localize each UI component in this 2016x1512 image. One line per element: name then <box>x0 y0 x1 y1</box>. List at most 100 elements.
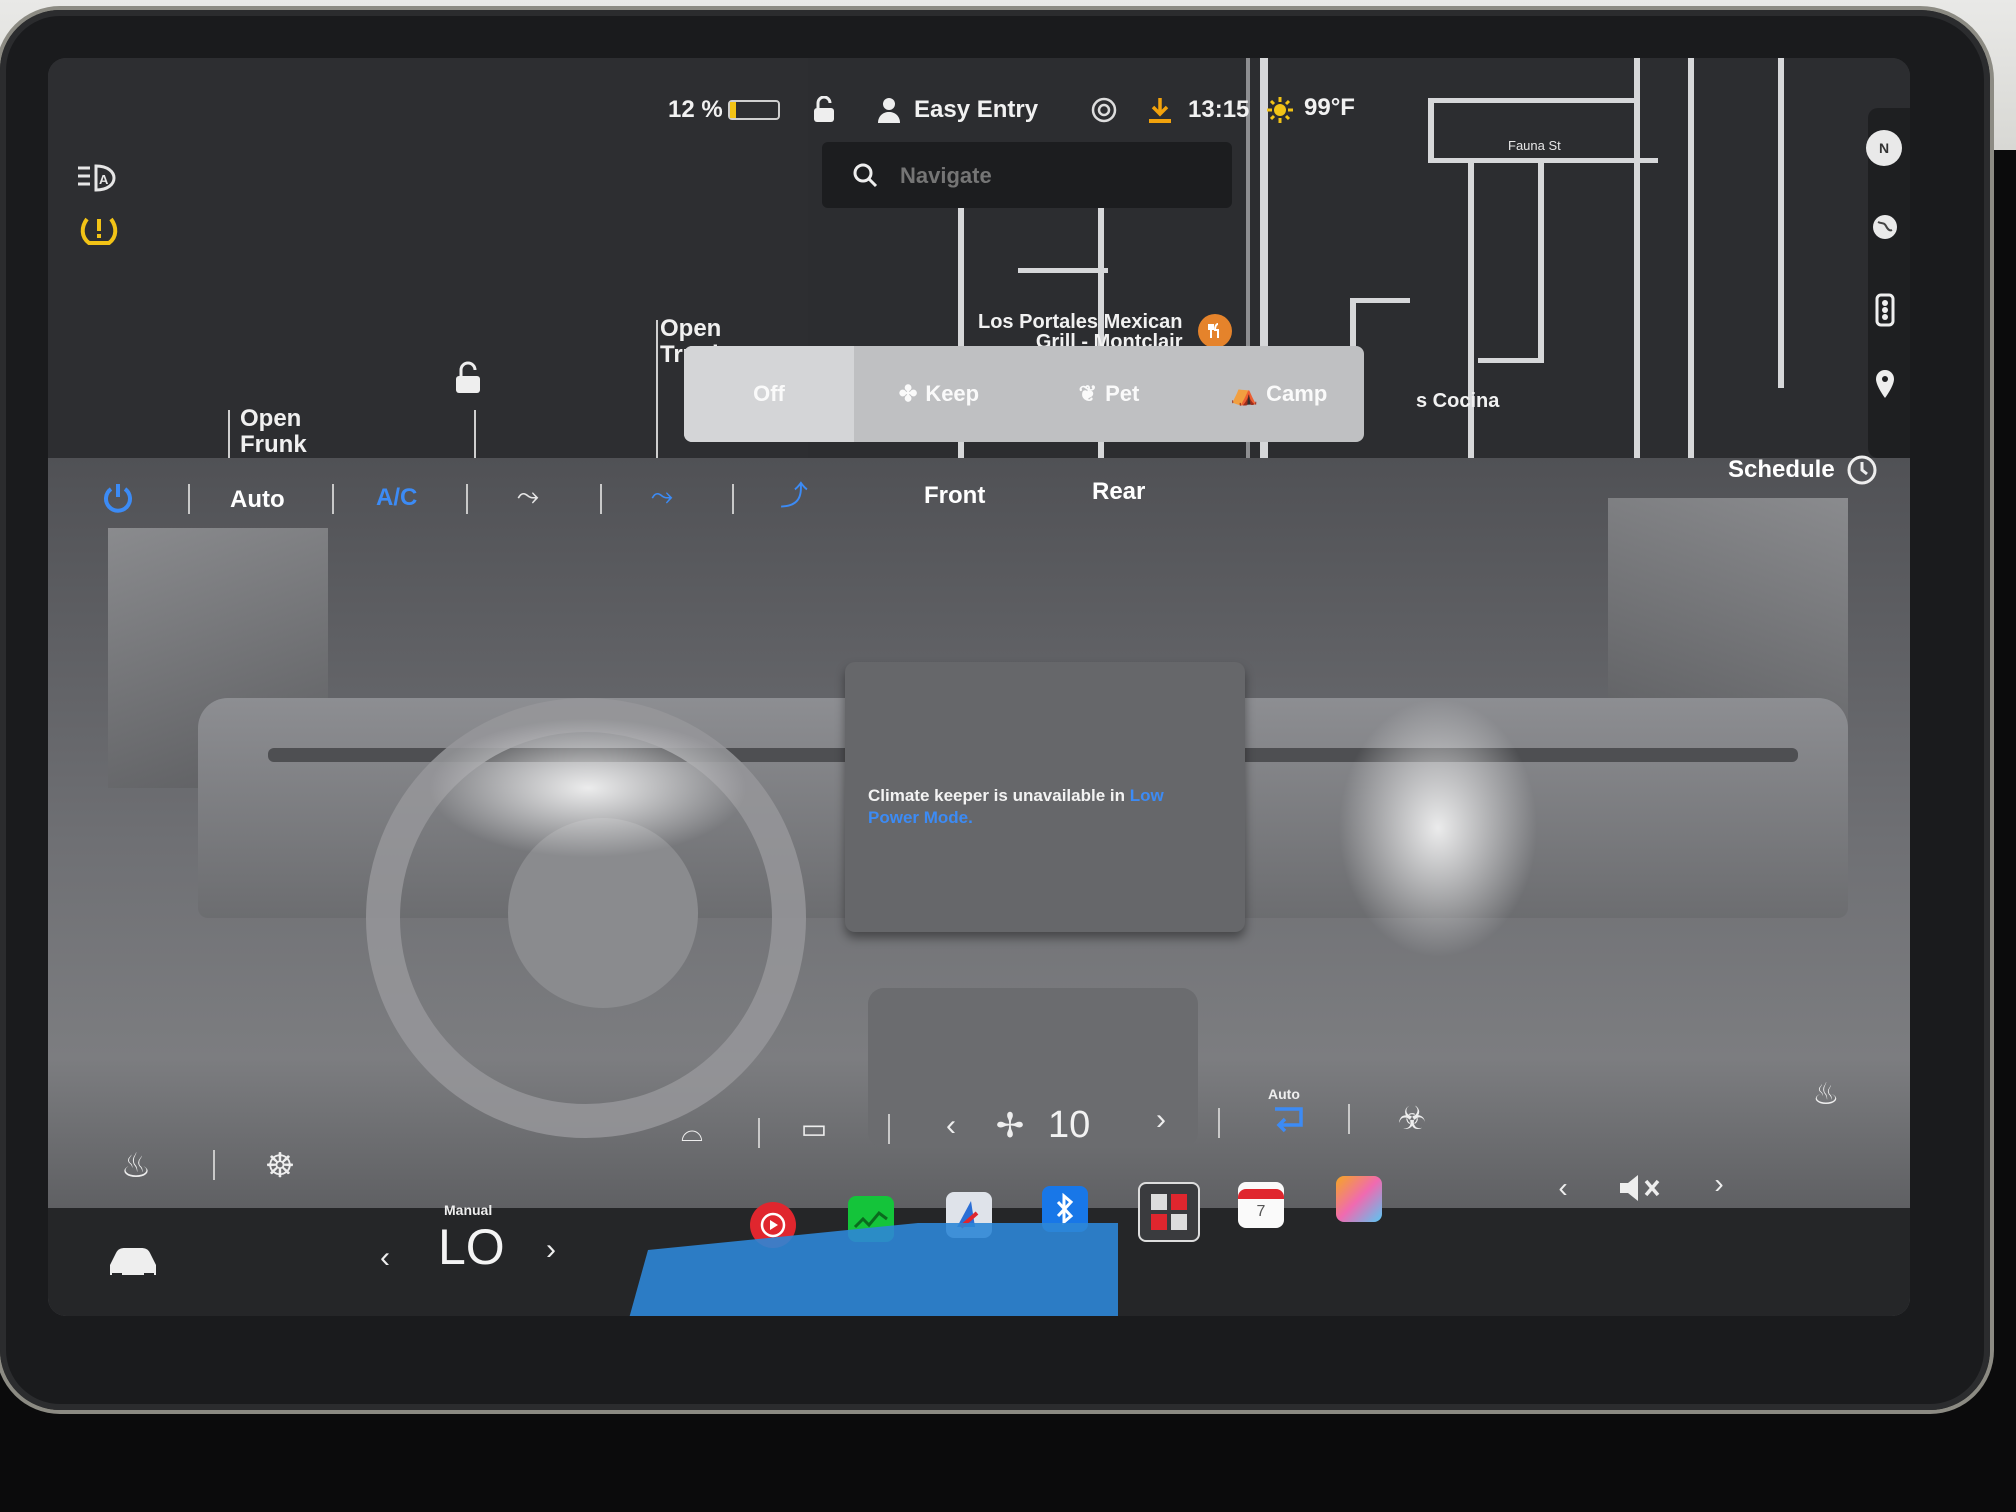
separator <box>758 1118 760 1148</box>
unlock-icon[interactable] <box>446 358 490 398</box>
photo-sticker-app-icon[interactable] <box>1336 1176 1382 1222</box>
profile-person-icon[interactable] <box>874 94 904 126</box>
climate-keeper-selector: Off ✤ Keep ❦ Pet ⛺ Camp <box>684 346 1364 442</box>
airflow-face-icon[interactable]: ⤳ <box>508 478 548 514</box>
rear-defrost-icon[interactable]: ▭ <box>792 1108 836 1148</box>
recirculation-auto-label: Auto <box>1268 1086 1300 1102</box>
rear-tab[interactable]: Rear <box>1092 478 1145 506</box>
trunk-pointer-line <box>656 320 658 458</box>
map-road <box>1350 298 1410 303</box>
frunk-label-line1: Open <box>240 405 302 432</box>
auto-button[interactable]: Auto <box>230 486 285 514</box>
frunk-label-line2: Frunk <box>240 431 307 458</box>
calendar-header <box>1238 1189 1284 1199</box>
climate-toolbar: Auto A/C ⤳ ⤳ ⤴ Front Rear Schedule <box>48 455 1910 548</box>
map-road <box>1688 58 1694 458</box>
paw-icon: ❦ <box>1078 381 1098 406</box>
schedule-button[interactable]: Schedule <box>1728 456 1835 484</box>
outside-temperature: 99°F <box>1304 94 1355 121</box>
previous-track-button[interactable]: ‹ <box>1548 1168 1578 1208</box>
touchscreen: A Open Frunk Open Trunk <box>48 58 1910 1316</box>
map-road <box>1468 158 1474 458</box>
power-icon[interactable] <box>98 478 138 518</box>
tent-icon: ⛺ <box>1230 381 1259 406</box>
keeper-keep-label: Keep <box>925 381 980 406</box>
calendar-day: 7 <box>1256 1203 1266 1220</box>
heated-steering-wheel-icon[interactable]: ☸ <box>258 1144 302 1188</box>
keeper-option-camp[interactable]: ⛺ Camp <box>1194 346 1364 442</box>
separator <box>600 484 602 514</box>
map-road <box>1018 268 1108 273</box>
street-label: Fauna St <box>1508 138 1561 153</box>
map-road <box>1538 158 1544 358</box>
search-icon <box>850 160 880 190</box>
ac-button[interactable]: A/C <box>376 484 417 512</box>
separator <box>188 484 190 514</box>
map-pin-icon[interactable] <box>1870 364 1900 404</box>
temp-mode-label: Manual <box>444 1202 493 1218</box>
front-defrost-icon[interactable]: ⌓ <box>670 1112 714 1152</box>
map-road <box>1478 358 1544 363</box>
car-icon[interactable] <box>98 1238 168 1288</box>
airflow-left[interactable] <box>428 718 748 858</box>
tire-pressure-warning-icon[interactable] <box>78 208 120 250</box>
volume-muted-icon[interactable] <box>1616 1166 1666 1210</box>
map-road <box>1428 98 1434 158</box>
keeper-option-keep[interactable]: ✤ Keep <box>854 346 1024 442</box>
heated-seat-right-icon[interactable]: ♨ <box>1804 1072 1848 1116</box>
airflow-feet-icon[interactable]: ⤳ <box>642 478 682 514</box>
frunk-pointer-line <box>228 410 230 458</box>
battery-fill <box>730 102 736 118</box>
poi-name-line1: Los Portales Mexican <box>978 311 1183 333</box>
fan-decrease-button[interactable]: ‹ <box>936 1106 966 1146</box>
bioweapon-defense-icon[interactable]: ☣ <box>1392 1098 1432 1138</box>
climate-keeper-message: Climate keeper is unavailable in Low Pow… <box>868 785 1208 829</box>
door-pointer-line <box>474 410 476 458</box>
sun-weather-icon <box>1264 94 1296 126</box>
cabin-temperature[interactable]: LO <box>438 1218 505 1276</box>
next-track-button[interactable]: › <box>1704 1164 1734 1204</box>
toybox-app-icon[interactable] <box>1138 1182 1200 1242</box>
clock-icon[interactable] <box>1844 452 1880 488</box>
traffic-light-icon[interactable] <box>1870 290 1900 330</box>
separator <box>213 1150 215 1180</box>
battery-percent: 12 % <box>668 96 723 123</box>
recirculation-icon[interactable] <box>1268 1102 1308 1138</box>
open-frunk-button[interactable]: Open Frunk <box>240 406 307 458</box>
front-tab[interactable]: Front <box>924 482 985 510</box>
search-input[interactable] <box>898 158 1202 194</box>
separator <box>888 1114 890 1144</box>
fan-speed: 10 <box>1048 1104 1091 1146</box>
airflow-right[interactable] <box>1338 698 1538 958</box>
heated-seat-icon[interactable]: ♨ <box>114 1144 158 1188</box>
separator <box>1348 1104 1350 1134</box>
navigate-search-bar[interactable] <box>822 142 1232 208</box>
poi-label-partial[interactable]: s Cocina <box>1416 390 1499 413</box>
separator <box>332 484 334 514</box>
separator <box>732 484 734 514</box>
trunk-label-line1: Open <box>660 315 722 342</box>
driver-profile[interactable]: Easy Entry <box>914 96 1038 124</box>
fan-increase-button[interactable]: › <box>1146 1100 1176 1140</box>
fan-icon: ✢ <box>995 1107 1025 1145</box>
temp-decrease-button[interactable]: ‹ <box>370 1238 400 1278</box>
clock-time: 13:15 <box>1188 96 1250 123</box>
airflow-windshield-icon[interactable]: ⤴ <box>774 476 814 512</box>
svg-text:A: A <box>99 172 109 187</box>
satellite-globe-icon[interactable] <box>1868 210 1902 244</box>
software-update-download-icon[interactable] <box>1144 94 1176 126</box>
temp-increase-button[interactable]: › <box>536 1230 566 1270</box>
calendar-app-icon[interactable]: 7 <box>1238 1182 1284 1228</box>
restaurant-poi-icon[interactable] <box>1198 314 1232 348</box>
unlock-status-icon[interactable] <box>808 94 840 126</box>
headlight-auto-icon[interactable]: A <box>74 158 120 198</box>
compass-north-icon[interactable]: N <box>1866 130 1902 166</box>
map-road <box>1634 58 1640 458</box>
map-road <box>1428 98 1638 103</box>
keeper-pet-label: Pet <box>1105 381 1140 406</box>
map-road <box>1778 58 1784 388</box>
sentry-mode-icon[interactable] <box>1088 94 1120 126</box>
keeper-option-pet[interactable]: ❦ Pet <box>1024 346 1194 442</box>
keeper-off-label: Off <box>753 381 785 406</box>
keeper-option-off[interactable]: Off <box>684 346 854 442</box>
